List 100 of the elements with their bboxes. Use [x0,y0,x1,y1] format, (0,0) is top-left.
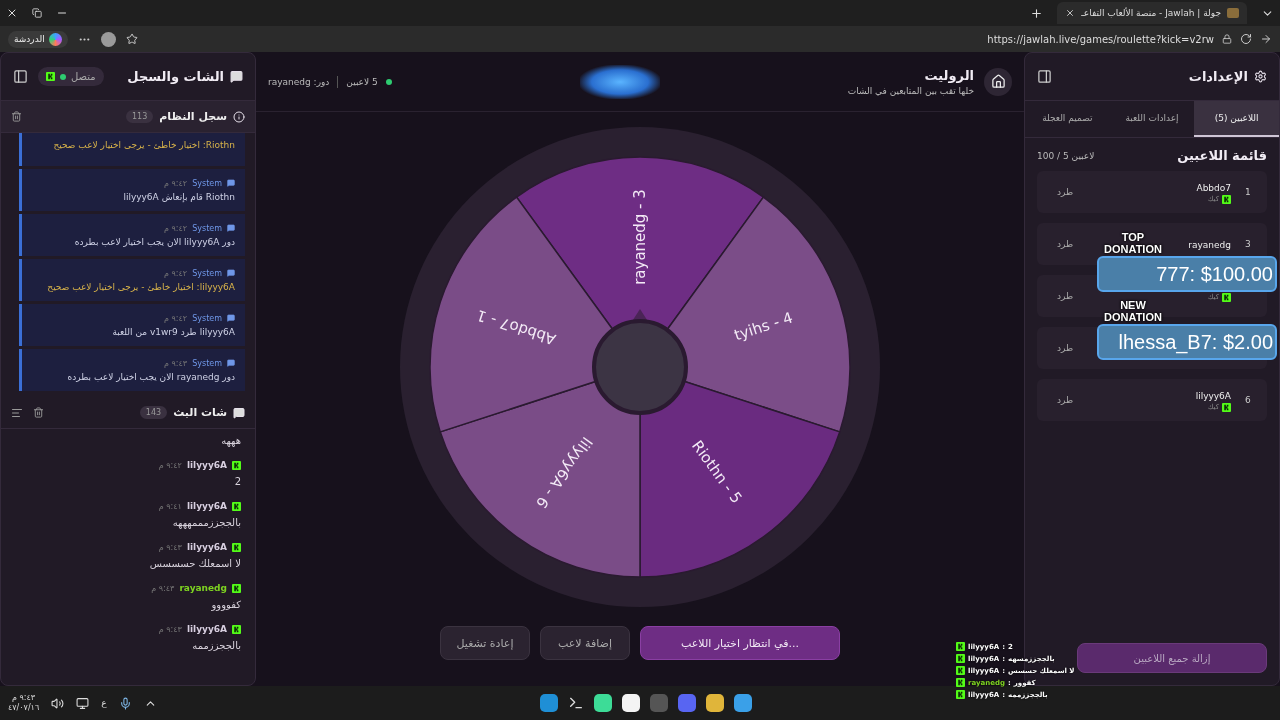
donation-heading: NEW DONATION [1103,299,1163,323]
log-sender: System [192,313,222,323]
refresh-icon[interactable] [1240,33,1252,45]
message-time: ٩:٤٣ م [151,583,175,593]
donation-heading: TOP DONATION [1103,231,1163,255]
settings-tab[interactable]: تصميم العجلة [1025,101,1110,137]
chat-message: بالججززممه [192,640,241,651]
log-time: ٩:٤٢ م [164,268,188,278]
chat-icon [227,269,235,277]
app-icon[interactable] [594,694,612,712]
player-name: rayanedg [1188,240,1231,250]
lock-icon [1222,34,1232,44]
trash-icon[interactable] [11,111,22,122]
segment-label: tyihs - 4 [731,308,796,345]
remove-all-button[interactable]: إزالة جميع اللاعبين [1077,643,1267,673]
kick-logo-icon [232,583,241,593]
address-bar-url[interactable]: https://jawlah.live/games/roulette?kick=v2rw [987,33,1214,45]
log-text: دور lilyyy6A الان يجب اختيار لاعب بطرده [74,236,235,247]
align-icon[interactable] [11,406,23,419]
chat-message: 2 [234,476,241,487]
panel-title: الإعدادات [1188,69,1248,84]
collapse-panel-icon[interactable] [1037,69,1052,84]
kick-logo-icon [1222,292,1231,302]
players-count: 5 لاعبين [346,76,378,87]
player-number: 3 [1245,239,1252,249]
chat-username: lilyyy6A [186,501,227,511]
kick-logo-icon [232,542,241,552]
kick-logo-icon [956,690,965,699]
message-time: ٩:٤٣ م [158,542,182,552]
settings-tab[interactable]: إعدادات اللعبة [1109,101,1195,137]
kick-button[interactable]: طرد [1051,238,1080,250]
log-text: Riothn قام بإنعاش lilyyy6A [123,191,235,202]
kick-logo-icon [956,666,965,675]
log-time: ٩:٤٢ م [164,313,188,323]
close-icon[interactable] [6,7,18,19]
list-title: قائمة اللاعبين [1177,148,1267,163]
kick-logo-icon [46,72,55,81]
settings-tab[interactable]: اللاعبين (5) [1194,101,1279,137]
terminal-icon[interactable] [568,695,584,711]
profile-avatar[interactable] [100,31,116,47]
settings-icon [1254,70,1267,83]
segment-label: Abbdo7 - 1 [474,306,558,349]
kick-button[interactable]: طرد [1051,342,1080,354]
kick-logo-icon [232,460,241,470]
log-sender: System [192,358,222,368]
message-time: ٩:٤٣ م [158,624,182,634]
player-number: 6 [1245,395,1252,405]
volume-icon[interactable] [51,696,65,710]
kick-logo-icon [956,678,965,687]
players-count: 100 / 5 لاعبين [1037,150,1095,161]
kick-logo-icon [232,624,241,634]
warning-text: lilyyy6A: اختيار خاطئ - يرجى اختيار لاعب صحيح [47,281,235,292]
game-title: الروليت [924,67,974,83]
chat-icon [230,70,243,83]
language-indicator[interactable]: ع [101,698,107,708]
kick-logo-icon [956,642,965,651]
log-count: 113 [126,110,154,123]
trash-icon[interactable] [33,407,44,418]
chat-icon [227,224,235,232]
kick-logo-icon [1222,402,1231,412]
player-name: lilyyy6A [1195,390,1231,401]
copilot-button[interactable]: الدردشة [8,30,68,48]
kick-logo-icon [956,654,965,663]
new-tab-icon[interactable] [1030,6,1044,20]
forward-icon[interactable] [1260,33,1272,45]
info-icon [233,110,245,123]
log-time: ٩:٤٣ م [164,358,188,368]
log-text: دور rayanedg الان يجب اختيار لاعب بطرده [67,371,235,382]
chat-username: lilyyy6A [186,624,227,634]
chat-message: بالججززمممهههه [172,517,241,528]
home-button[interactable] [984,67,1012,96]
kick-button[interactable]: طرد [1051,186,1080,198]
panel-title: الشات والسجل [127,69,224,84]
kick-button[interactable]: طرد [1051,290,1080,302]
home-icon [990,74,1006,89]
chat-icon [233,406,245,419]
collapse-panel-icon[interactable] [13,69,28,84]
connection-status: متصل [38,67,104,86]
player-number: 1 [1245,187,1252,197]
microphone-icon[interactable] [118,696,132,710]
status-button[interactable]: في انتظار اختيار اللاعب... [640,626,840,660]
donation-amount: lhessa_B7: $2.00 [1097,324,1277,360]
kick-button[interactable]: طرد [1051,394,1080,406]
donation-amount: 777: $100.00 [1097,256,1277,292]
favorites-icon[interactable] [125,33,138,45]
kick-logo-icon [232,501,241,511]
section-title: سجل النظام [159,110,227,123]
log-text: lilyyy6A طرد v1wr9 من اللعبة [112,326,235,337]
taskbar-clock[interactable]: ٩:٤٣ م ٤٧/٠٧/١٦ [8,693,40,713]
app-icon[interactable] [622,694,640,712]
chat-message: هههه [221,435,241,446]
chat-username: lilyyy6A [186,460,227,470]
log-sender: System [192,223,222,233]
restore-icon[interactable] [32,8,42,18]
browser-tab[interactable]: جولة | Jawlah - منصة الألعاب التفاعـ [1057,2,1247,24]
action-button[interactable]: إعادة تشغيل [440,626,530,660]
chat-username: lilyyy6A [186,542,227,552]
close-tab-icon[interactable] [1065,8,1076,18]
action-button[interactable]: إضافة لاعب [540,626,630,660]
network-icon[interactable] [76,696,90,710]
